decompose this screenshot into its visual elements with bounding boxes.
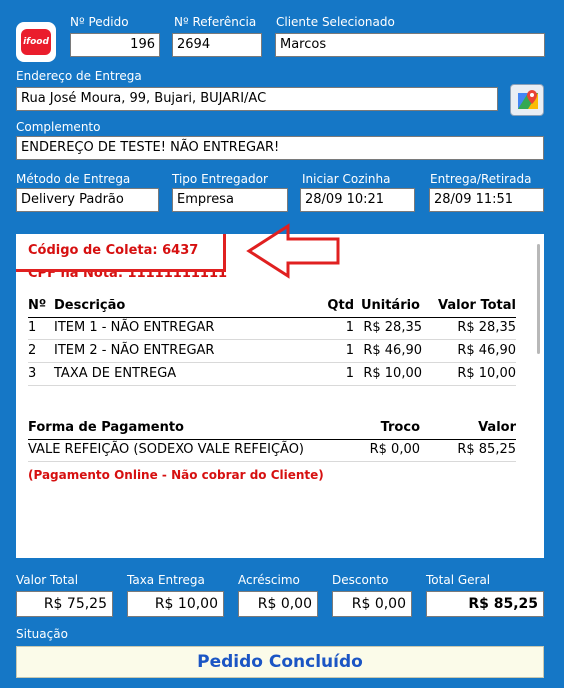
item-unitario: R$ 46,90 — [363, 343, 422, 358]
desconto-field[interactable]: R$ 0,00 — [332, 591, 412, 617]
tipo-field[interactable]: Empresa — [172, 188, 288, 212]
payment-valor: R$ 85,25 — [457, 442, 516, 457]
item-descricao: ITEM 2 - NÃO ENTREGAR — [54, 343, 215, 358]
taxa-label: Taxa Entrega — [127, 573, 205, 587]
items-header: Nº Descrição Qtd Unitário Valor Total — [28, 295, 516, 317]
status-field: Pedido Concluído — [16, 646, 544, 678]
item-num: 3 — [28, 366, 37, 381]
total-geral-field[interactable]: R$ 85,25 — [426, 591, 544, 617]
tipo-label: Tipo Entregador — [172, 172, 268, 186]
ifood-logo: ifood — [16, 22, 56, 62]
cozinha-field[interactable]: 28/09 10:21 — [300, 188, 415, 212]
referencia-label: Nº Referência — [174, 15, 257, 29]
complemento-label: Complemento — [16, 120, 101, 134]
table-row: 2 ITEM 2 - NÃO ENTREGAR 1 R$ 46,90 R$ 46… — [28, 340, 516, 362]
table-row: 3 TAXA DE ENTREGA 1 R$ 10,00 R$ 10,00 — [28, 363, 516, 385]
col-qtd: Qtd — [327, 298, 354, 313]
endereco-field[interactable]: Rua José Moura, 99, Bujari, BUJARI/AC — [16, 87, 498, 111]
item-qtd: 1 — [345, 366, 354, 381]
receipt-panel[interactable]: CPF na Nota: 11111111111 Código de Colet… — [16, 234, 544, 558]
metodo-field[interactable]: Delivery Padrão — [16, 188, 159, 212]
desconto-label: Desconto — [332, 573, 389, 587]
cozinha-label: Iniciar Cozinha — [302, 172, 391, 186]
col-descricao: Descrição — [54, 298, 126, 313]
col-total: Valor Total — [438, 298, 516, 313]
total-geral-label: Total Geral — [426, 573, 491, 587]
item-descricao: ITEM 1 - NÃO ENTREGAR — [54, 320, 215, 335]
col-troco: Troco — [380, 420, 420, 435]
item-qtd: 1 — [345, 343, 354, 358]
logo-text: ifood — [21, 29, 51, 55]
col-unitario: Unitário — [360, 298, 420, 313]
metodo-label: Método de Entrega — [16, 172, 131, 186]
receipt-scrollbar[interactable] — [537, 244, 540, 354]
valor-total-label: Valor Total — [16, 573, 79, 587]
cliente-label: Cliente Selecionado — [276, 15, 395, 29]
row-divider — [28, 385, 516, 386]
col-num: Nº — [28, 298, 47, 313]
referencia-field[interactable]: 2694 — [172, 33, 262, 57]
item-total: R$ 46,90 — [457, 343, 516, 358]
acrescimo-label: Acréscimo — [238, 573, 300, 587]
pedido-field[interactable]: 196 — [70, 33, 160, 57]
col-forma: Forma de Pagamento — [28, 420, 184, 435]
item-qtd: 1 — [345, 320, 354, 335]
online-payment-note: (Pagamento Online - Não cobrar do Client… — [28, 468, 324, 482]
retirada-field[interactable]: 28/09 11:51 — [429, 188, 544, 212]
retirada-label: Entrega/Retirada — [430, 172, 532, 186]
item-total: R$ 28,35 — [457, 320, 516, 335]
acrescimo-field[interactable]: R$ 0,00 — [238, 591, 318, 617]
item-unitario: R$ 28,35 — [363, 320, 422, 335]
cliente-field[interactable]: Marcos — [275, 33, 545, 57]
collection-code-text: Código de Coleta: 6437 — [28, 243, 199, 258]
endereco-label: Endereço de Entrega — [16, 69, 142, 83]
payment-forma: VALE REFEIÇÃO (SODEXO VALE REFEIÇÃO) — [28, 442, 305, 457]
item-unitario: R$ 10,00 — [363, 366, 422, 381]
item-num: 1 — [28, 320, 37, 335]
payment-troco: R$ 0,00 — [369, 442, 420, 457]
map-pin-icon — [518, 90, 538, 109]
situacao-label: Situação — [16, 627, 68, 641]
row-divider — [28, 461, 516, 462]
arrow-left-icon — [246, 223, 340, 279]
complemento-field[interactable]: ENDEREÇO DE TESTE! NÃO ENTREGAR! — [16, 136, 544, 160]
valor-total-field[interactable]: R$ 75,25 — [16, 591, 113, 617]
item-total: R$ 10,00 — [457, 366, 516, 381]
map-button[interactable] — [510, 84, 544, 116]
payment-header: Forma de Pagamento Troco Valor — [28, 417, 516, 439]
table-row: 1 ITEM 1 - NÃO ENTREGAR 1 R$ 28,35 R$ 28… — [28, 317, 516, 339]
taxa-field[interactable]: R$ 10,00 — [127, 591, 224, 617]
payment-row: VALE REFEIÇÃO (SODEXO VALE REFEIÇÃO) R$ … — [28, 439, 516, 461]
item-num: 2 — [28, 343, 37, 358]
col-valor: Valor — [478, 420, 516, 435]
item-descricao: TAXA DE ENTREGA — [54, 366, 177, 381]
pedido-label: Nº Pedido — [70, 15, 129, 29]
